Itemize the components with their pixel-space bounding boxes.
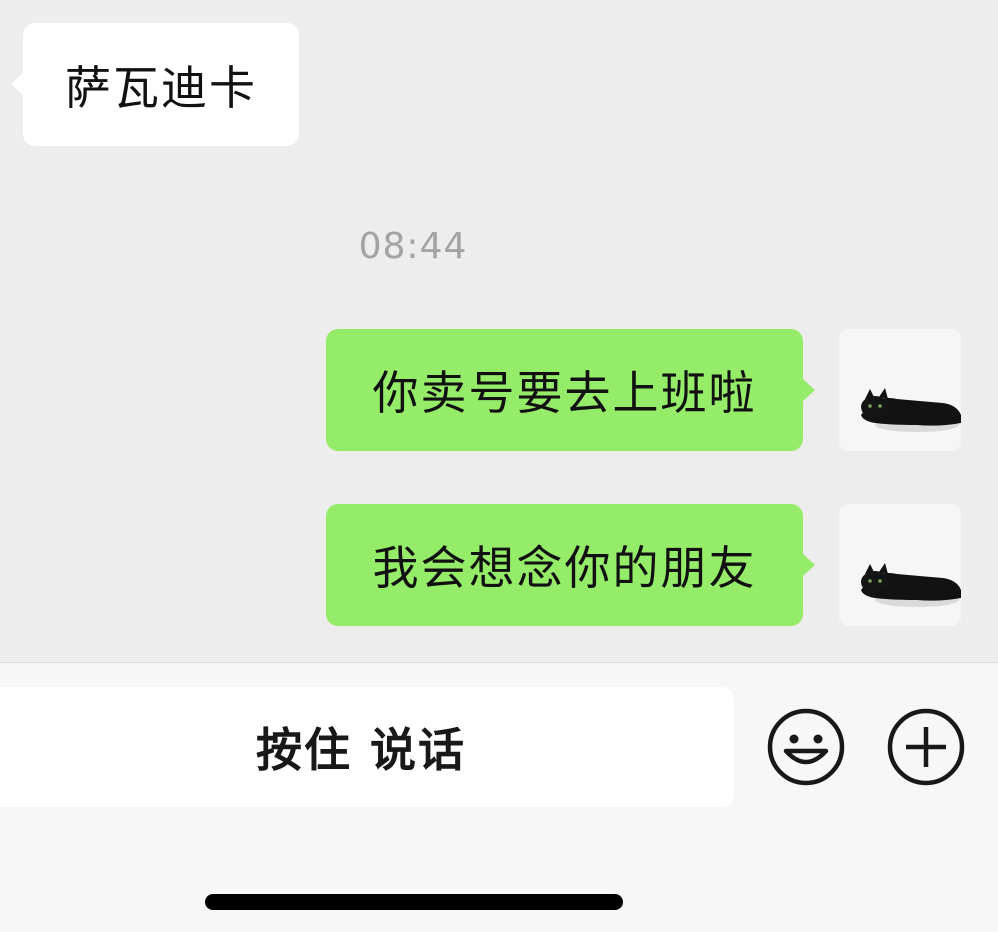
hold-to-talk-button[interactable]: 按住 说话: [0, 687, 734, 807]
bubble-tail: [803, 379, 815, 401]
incoming-message-bubble[interactable]: 萨瓦迪卡: [23, 23, 299, 146]
chat-screen: 萨瓦迪卡 08:44 你卖号要去上班啦 我会想念你的朋友 按住 说话: [0, 0, 998, 932]
emoji-button[interactable]: [766, 707, 846, 787]
message-text: 我会想念你的朋友: [372, 541, 757, 595]
bubble-tail: [11, 73, 23, 95]
plus-icon: [887, 708, 965, 786]
outgoing-message-bubble[interactable]: 我会想念你的朋友: [326, 504, 803, 626]
avatar[interactable]: [839, 504, 961, 626]
chat-input-bar: 按住 说话: [0, 662, 998, 932]
outgoing-message-bubble[interactable]: 你卖号要去上班啦: [326, 329, 803, 451]
message-text: 萨瓦迪卡: [65, 60, 257, 115]
message-timestamp: 08:44: [358, 226, 468, 267]
emoji-icon: [767, 708, 845, 786]
more-options-button[interactable]: [886, 707, 966, 787]
message-text: 你卖号要去上班啦: [372, 366, 757, 420]
home-indicator[interactable]: [205, 894, 623, 910]
avatar[interactable]: [839, 329, 961, 451]
cat-avatar-image: [839, 329, 961, 451]
bubble-tail: [803, 554, 815, 576]
message-list[interactable]: 萨瓦迪卡 08:44 你卖号要去上班啦 我会想念你的朋友: [0, 0, 998, 662]
cat-avatar-image: [839, 504, 961, 626]
hold-to-talk-label: 按住 说话: [255, 723, 466, 777]
